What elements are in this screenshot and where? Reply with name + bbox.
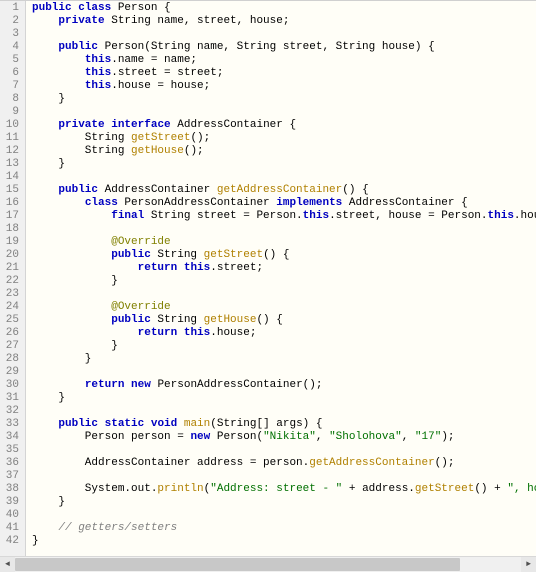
code-line[interactable]: class PersonAddressContainer implements … xyxy=(32,197,536,210)
line-number: 28 xyxy=(0,353,19,366)
scroll-thumb[interactable] xyxy=(15,558,460,571)
line-number: 11 xyxy=(0,132,19,145)
code-line[interactable]: } xyxy=(32,392,536,405)
line-number: 35 xyxy=(0,444,19,457)
code-line[interactable] xyxy=(32,470,536,483)
line-number: 26 xyxy=(0,327,19,340)
line-number: 24 xyxy=(0,301,19,314)
code-line[interactable]: private String name, street, house; xyxy=(32,15,536,28)
code-line[interactable]: return this.street; xyxy=(32,262,536,275)
code-line[interactable]: } xyxy=(32,535,536,548)
line-number: 34 xyxy=(0,431,19,444)
line-number: 19 xyxy=(0,236,19,249)
horizontal-scrollbar[interactable]: ◄ ► xyxy=(0,556,536,571)
code-line[interactable] xyxy=(32,223,536,236)
code-line[interactable]: return this.house; xyxy=(32,327,536,340)
line-number: 30 xyxy=(0,379,19,392)
line-number: 5 xyxy=(0,54,19,67)
line-number: 31 xyxy=(0,392,19,405)
line-number: 42 xyxy=(0,535,19,548)
code-line[interactable]: public Person(String name, String street… xyxy=(32,41,536,54)
code-line[interactable]: this.street = street; xyxy=(32,67,536,80)
line-number: 1 xyxy=(0,2,19,15)
line-number: 12 xyxy=(0,145,19,158)
line-number: 39 xyxy=(0,496,19,509)
scroll-track[interactable] xyxy=(15,557,521,572)
code-line[interactable]: this.house = house; xyxy=(32,80,536,93)
code-line[interactable] xyxy=(32,28,536,41)
code-line[interactable]: return new PersonAddressContainer(); xyxy=(32,379,536,392)
line-number: 32 xyxy=(0,405,19,418)
code-line[interactable]: } xyxy=(32,93,536,106)
line-number: 16 xyxy=(0,197,19,210)
line-number: 9 xyxy=(0,106,19,119)
code-line[interactable]: public static void main(String[] args) { xyxy=(32,418,536,431)
scroll-left-button[interactable]: ◄ xyxy=(0,557,15,572)
code-line[interactable]: public AddressContainer getAddressContai… xyxy=(32,184,536,197)
code-line[interactable]: this.name = name; xyxy=(32,54,536,67)
line-number: 3 xyxy=(0,28,19,41)
line-gutter: 1234567891011121314151617181920212223242… xyxy=(0,1,26,556)
line-number: 21 xyxy=(0,262,19,275)
line-number: 38 xyxy=(0,483,19,496)
code-line[interactable] xyxy=(32,444,536,457)
code-area[interactable]: public class Person { private String nam… xyxy=(26,1,536,556)
code-line[interactable] xyxy=(32,509,536,522)
line-number: 17 xyxy=(0,210,19,223)
code-line[interactable]: String getStreet(); xyxy=(32,132,536,145)
code-line[interactable]: // getters/setters xyxy=(32,522,536,535)
line-number: 37 xyxy=(0,470,19,483)
line-number: 13 xyxy=(0,158,19,171)
code-line[interactable]: AddressContainer address = person.getAdd… xyxy=(32,457,536,470)
line-number: 23 xyxy=(0,288,19,301)
line-number: 29 xyxy=(0,366,19,379)
code-line[interactable]: public String getHouse() { xyxy=(32,314,536,327)
code-line[interactable]: } xyxy=(32,158,536,171)
code-line[interactable]: } xyxy=(32,275,536,288)
code-line[interactable] xyxy=(32,366,536,379)
code-line[interactable]: System.out.println("Address: street - " … xyxy=(32,483,536,496)
line-number: 22 xyxy=(0,275,19,288)
scroll-right-button[interactable]: ► xyxy=(521,557,536,572)
line-number: 36 xyxy=(0,457,19,470)
line-number: 20 xyxy=(0,249,19,262)
code-line[interactable] xyxy=(32,288,536,301)
code-line[interactable] xyxy=(32,171,536,184)
code-line[interactable]: public String getStreet() { xyxy=(32,249,536,262)
line-number: 33 xyxy=(0,418,19,431)
code-line[interactable] xyxy=(32,106,536,119)
line-number: 14 xyxy=(0,171,19,184)
line-number: 41 xyxy=(0,522,19,535)
line-number: 6 xyxy=(0,67,19,80)
code-line[interactable]: @Override xyxy=(32,301,536,314)
code-line[interactable]: @Override xyxy=(32,236,536,249)
line-number: 18 xyxy=(0,223,19,236)
code-line[interactable]: String getHouse(); xyxy=(32,145,536,158)
code-editor[interactable]: 1234567891011121314151617181920212223242… xyxy=(0,1,536,556)
line-number: 25 xyxy=(0,314,19,327)
line-number: 8 xyxy=(0,93,19,106)
code-line[interactable]: Person person = new Person("Nikita", "Sh… xyxy=(32,431,536,444)
code-line[interactable] xyxy=(32,405,536,418)
code-line[interactable]: final String street = Person.this.street… xyxy=(32,210,536,223)
line-number: 40 xyxy=(0,509,19,522)
code-line[interactable]: public class Person { xyxy=(32,2,536,15)
line-number: 4 xyxy=(0,41,19,54)
code-line[interactable]: private interface AddressContainer { xyxy=(32,119,536,132)
line-number: 15 xyxy=(0,184,19,197)
code-line[interactable]: } xyxy=(32,340,536,353)
line-number: 2 xyxy=(0,15,19,28)
code-line[interactable]: } xyxy=(32,353,536,366)
line-number: 10 xyxy=(0,119,19,132)
code-line[interactable]: } xyxy=(32,496,536,509)
line-number: 7 xyxy=(0,80,19,93)
line-number: 27 xyxy=(0,340,19,353)
